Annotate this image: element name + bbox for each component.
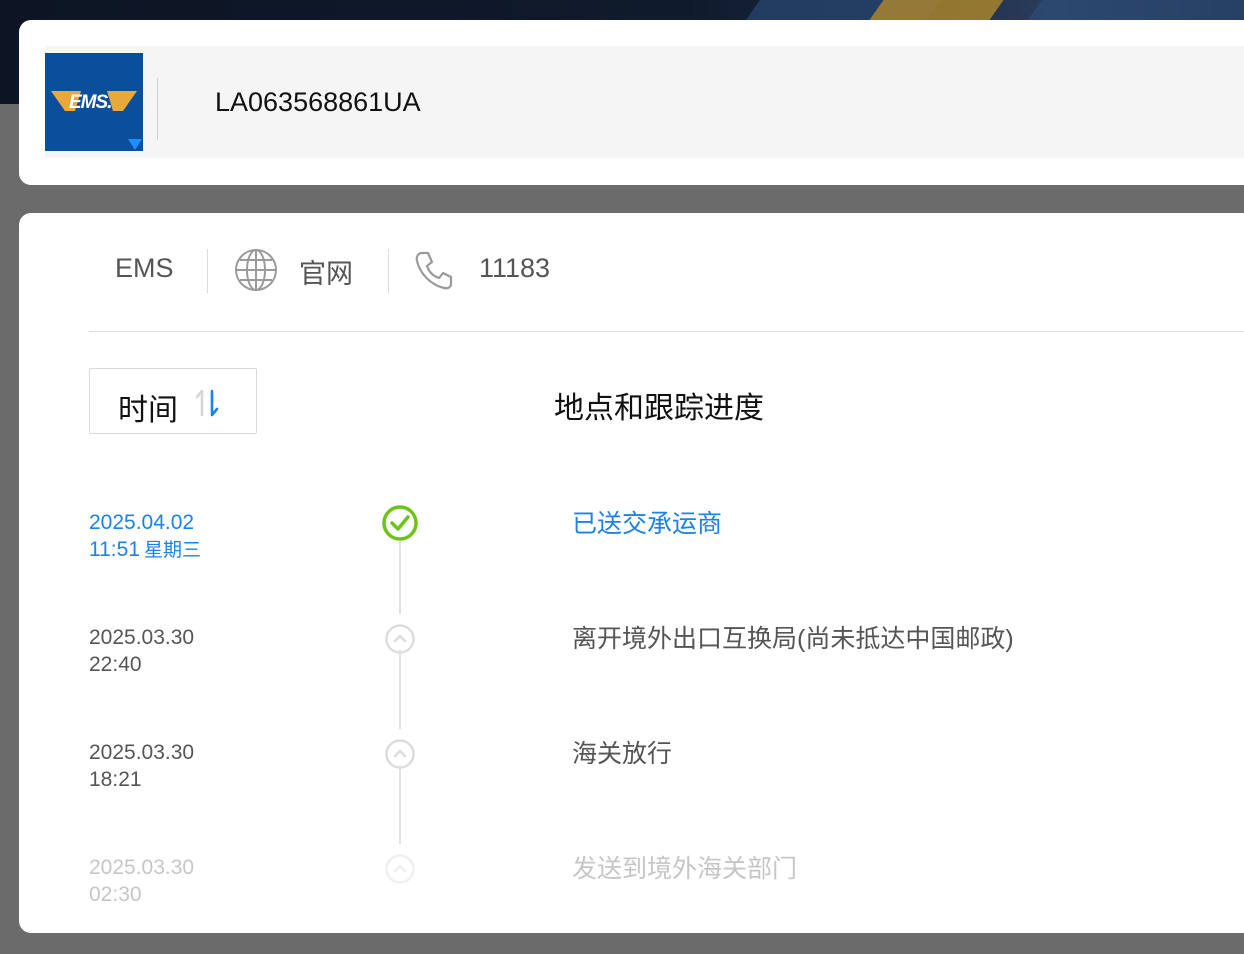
event-description: 已送交承运商 — [572, 510, 723, 538]
carrier-selector[interactable]: EMS. — [45, 53, 143, 151]
time-sort-button[interactable]: 时间 — [89, 368, 257, 434]
event-weekday: 星期三 — [144, 540, 202, 561]
event-time: 02:30 — [89, 883, 142, 906]
tracking-number-input[interactable] — [215, 80, 915, 124]
event-datetime: 2025.03.30 18:21 — [89, 739, 194, 793]
event-description: 发送到境外海关部门 — [572, 855, 798, 883]
event-time: 11:51 — [89, 538, 140, 561]
event-date: 2025.04.02 — [89, 511, 195, 534]
globe-icon[interactable] — [234, 248, 278, 292]
event-datetime: 2025.04.02 11:51 星期三 — [89, 509, 201, 564]
info-separator — [207, 249, 208, 293]
timeline-connector — [399, 541, 401, 614]
event-time: 22:40 — [89, 653, 142, 676]
carrier-info-bar: EMS 官网 11183 — [89, 241, 1239, 297]
timeline-event: 2025.04.02 11:51 星期三 已送交承运商 — [19, 505, 1244, 614]
tracking-result-card: EMS 官网 11183 时间 地点和跟踪进度 2025.04.02 11:51 星… — [19, 213, 1244, 933]
timeline-event: 2025.03.30 18:21 海关放行 — [19, 739, 1244, 844]
event-description: 离开境外出口互换局(尚未抵达中国邮政) — [572, 625, 1014, 653]
info-separator — [388, 249, 389, 293]
search-card: EMS. — [19, 20, 1244, 185]
event-datetime: 2025.03.30 22:40 — [89, 624, 194, 678]
timeline-event: 2025.03.30 02:30 发送到境外海关部门 — [19, 854, 1244, 954]
event-date: 2025.03.30 — [89, 741, 195, 764]
event-datetime: 2025.03.30 02:30 — [89, 854, 194, 908]
sort-arrows-icon — [195, 389, 219, 417]
check-circle-icon — [382, 505, 418, 541]
timeline-connector — [399, 765, 401, 844]
dropdown-caret-icon[interactable] — [128, 139, 142, 150]
search-divider — [157, 78, 158, 140]
sort-label: 时间 — [118, 394, 178, 427]
search-bar: EMS. — [45, 46, 1244, 158]
info-divider — [89, 331, 1244, 332]
event-date: 2025.03.30 — [89, 856, 195, 879]
official-website-link[interactable]: 官网 — [299, 252, 353, 291]
carrier-phone-number[interactable]: 11183 — [479, 253, 550, 284]
timeline-connector — [399, 650, 401, 729]
chevron-up-circle-icon — [385, 854, 415, 884]
carrier-name: EMS — [115, 253, 174, 283]
progress-column-heading: 地点和跟踪进度 — [554, 392, 764, 425]
event-time: 18:21 — [89, 768, 142, 791]
event-date: 2025.03.30 — [89, 626, 195, 649]
phone-icon[interactable] — [413, 249, 455, 291]
carrier-logo-text: EMS. — [69, 92, 112, 113]
event-description: 海关放行 — [572, 740, 673, 768]
timeline-event: 2025.03.30 22:40 离开境外出口互换局(尚未抵达中国邮政) — [19, 624, 1244, 729]
